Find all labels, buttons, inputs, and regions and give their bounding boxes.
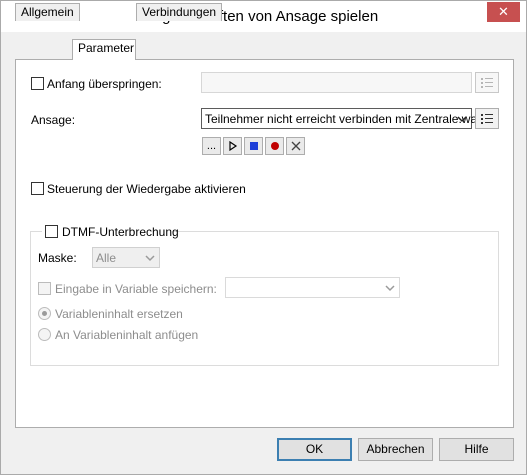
skip-start-checkbox[interactable]: [31, 77, 44, 90]
chevron-down-icon: [145, 255, 155, 262]
replace-radio[interactable]: [38, 307, 51, 320]
save-variable-checkbox[interactable]: [38, 282, 51, 295]
append-label: An Variableninhalt anfügen: [55, 328, 199, 342]
list-icon: [481, 113, 493, 124]
stop-icon: [249, 142, 258, 150]
dialog-window: Eigenschaften von Ansage spielen ✕ Allge…: [0, 0, 527, 475]
radio-selected-dot: [42, 311, 47, 316]
announcement-combo[interactable]: Teilnehmer nicht erreicht verbinden mit …: [201, 108, 483, 129]
tab-verbindungen[interactable]: Verbindungen: [136, 3, 223, 21]
announcement-label: Ansage:: [31, 113, 76, 127]
browse-label: ...: [206, 140, 217, 152]
play-button[interactable]: [223, 137, 242, 155]
cancel-button[interactable]: Abbrechen: [358, 438, 433, 461]
mask-select[interactable]: Alle: [92, 247, 160, 268]
save-variable-label: Eingabe in Variable speichern:: [55, 282, 217, 296]
skip-start-list-button[interactable]: [475, 72, 499, 93]
replace-label: Variableninhalt ersetzen: [55, 307, 183, 321]
help-button[interactable]: Hilfe: [439, 438, 514, 461]
cancel-label: Abbrechen: [366, 442, 425, 456]
announcement-value: Teilnehmer nicht erreicht verbinden mit …: [205, 112, 484, 126]
save-variable-select[interactable]: [225, 277, 400, 298]
close-icon: ✕: [498, 4, 509, 19]
play-icon: [228, 141, 237, 151]
announcement-list-button[interactable]: [475, 108, 499, 129]
chevron-down-icon: [457, 116, 467, 123]
browse-button[interactable]: ...: [202, 137, 221, 155]
skip-start-input[interactable]: [201, 72, 472, 93]
record-button[interactable]: [265, 137, 284, 155]
tab-label: Allgemein: [21, 5, 74, 19]
title-bar: Eigenschaften von Ansage spielen ✕: [1, 1, 526, 32]
record-icon: [270, 142, 279, 150]
playback-control-checkbox[interactable]: [31, 182, 44, 195]
window-title: Eigenschaften von Ansage spielen: [148, 8, 379, 25]
help-label: Hilfe: [464, 442, 489, 456]
mask-label: Maske:: [38, 251, 77, 265]
list-icon: [481, 77, 493, 88]
playback-control-label: Steuerung der Wiedergabe aktivieren: [47, 182, 246, 196]
ok-button[interactable]: OK: [277, 438, 352, 461]
tab-label: Verbindungen: [142, 5, 217, 19]
tab-parameter[interactable]: Parameter: [72, 39, 136, 60]
ok-label: OK: [305, 442, 324, 456]
tab-allgemein[interactable]: Allgemein: [15, 3, 80, 21]
stop-button[interactable]: [244, 137, 263, 155]
tab-label: Parameter: [78, 41, 135, 55]
dtmf-label: DTMF-Unterbrechung: [62, 225, 179, 239]
close-button[interactable]: ✕: [487, 2, 520, 22]
append-radio[interactable]: [38, 328, 51, 341]
skip-start-label: Anfang überspringen:: [47, 77, 162, 91]
delete-button[interactable]: [286, 137, 305, 155]
dtmf-checkbox[interactable]: [45, 225, 58, 238]
chevron-down-icon: [385, 285, 395, 292]
mask-value: Alle: [96, 251, 117, 265]
delete-icon: [291, 141, 300, 151]
